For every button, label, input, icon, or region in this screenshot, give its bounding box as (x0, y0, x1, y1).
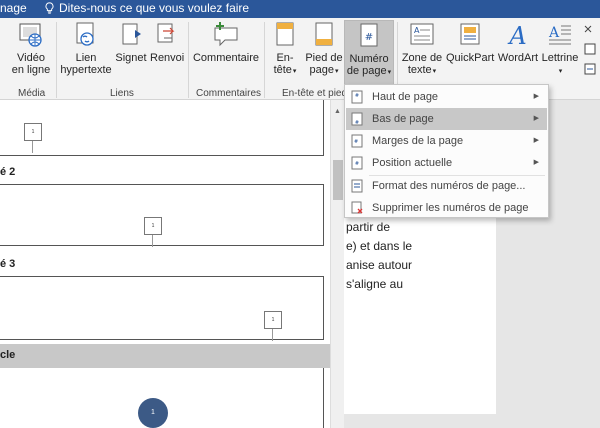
link-icon (72, 22, 100, 48)
menu-item-current-position[interactable]: # Position actuelle ▶ (346, 152, 547, 174)
group-label-media: Média (18, 88, 46, 99)
menu-item-bottom-of-page[interactable]: # Bas de page ▶ (346, 108, 547, 130)
cross-reference-icon (153, 22, 181, 48)
menu-item-format-page-numbers[interactable]: Format des numéros de page... (346, 175, 547, 197)
quickpart-button[interactable]: QuickPart (446, 22, 494, 64)
group-separator (188, 22, 189, 98)
page-margin-icon: # (351, 134, 363, 148)
page-number-circle: 1 (138, 398, 168, 428)
footer-icon (310, 22, 338, 48)
bookmark-button[interactable]: Signet (114, 22, 148, 64)
gallery-label: cle (0, 349, 16, 361)
group-label-liens: Liens (110, 88, 134, 99)
text-box-button[interactable]: A Zone de texte▾ (400, 22, 444, 78)
page-number-gallery: 1 é 2 1 é 3 1 cle 1 (0, 100, 330, 428)
current-position-icon: # (351, 156, 363, 170)
chevron-down-icon: ▾ (432, 68, 437, 75)
group-label-commentaires: Commentaires (196, 88, 262, 99)
submenu-arrow-icon: ▶ (533, 93, 539, 100)
page-number-mark: 1 (144, 217, 162, 235)
gallery-thumbnail[interactable]: 1 (0, 276, 324, 341)
text-box-icon: A (408, 22, 436, 48)
menu-item-top-of-page[interactable]: # Haut de page ▶ (346, 86, 547, 108)
wordart-button[interactable]: A WordArt (496, 22, 540, 64)
page-number-mark: 1 (264, 311, 282, 329)
gallery-label: é 2 (0, 166, 16, 178)
tab-fragment[interactable]: nage (0, 1, 27, 15)
menu-item-remove-page-numbers[interactable]: Supprimer les numéros de page (346, 197, 547, 219)
page-top-icon: # (351, 90, 363, 104)
tell-me-text: Dites-nous ce que vous voulez faire (59, 1, 250, 15)
gallery-scrollbar[interactable]: ▲ (330, 100, 344, 428)
submenu-arrow-icon: ▶ (533, 115, 539, 122)
document-line: e) et dans le (346, 239, 413, 253)
drop-cap-button[interactable]: A Lettrine ▾ (540, 22, 580, 78)
svg-text:#: # (355, 120, 359, 126)
chevron-down-icon: ▾ (334, 68, 339, 75)
page-number-mark: 1 (24, 123, 42, 141)
header-button[interactable]: En- tête▾ (268, 22, 302, 78)
document-line: partir de (346, 220, 391, 234)
hyperlink-button[interactable]: Lien hypertexte (60, 22, 112, 76)
chevron-down-icon: ▾ (387, 69, 392, 76)
document-line: anise autour (346, 258, 413, 272)
scrollbar-thumb[interactable] (333, 160, 343, 200)
menu-item-page-margins[interactable]: # Marges de la page ▶ (346, 130, 547, 152)
document-line: s'aligne au (346, 277, 403, 291)
tell-me-box[interactable]: Dites-nous ce que vous voulez faire (44, 1, 249, 15)
gallery-label: é 3 (0, 258, 16, 270)
format-page-number-icon (351, 179, 363, 193)
group-label-entete-pied: En-tête et pied (282, 88, 348, 99)
small-insert-icons[interactable] (583, 22, 600, 82)
svg-text:A: A (414, 26, 420, 35)
chevron-down-icon: ▾ (558, 68, 563, 75)
svg-text:#: # (355, 161, 359, 167)
drop-cap-icon: A (546, 22, 574, 48)
group-separator (264, 22, 265, 98)
gallery-thumbnail[interactable]: 1 (0, 100, 324, 156)
svg-text:A: A (507, 22, 526, 48)
page-number-menu: # Haut de page ▶ # Bas de page ▶ # Marge… (344, 84, 549, 218)
page-bottom-icon: # (351, 112, 363, 126)
svg-text:#: # (365, 32, 373, 43)
bookmark-icon (117, 22, 145, 48)
wordart-icon: A (504, 22, 532, 50)
svg-text:A: A (548, 25, 560, 41)
svg-text:#: # (355, 93, 359, 99)
submenu-arrow-icon: ▶ (533, 159, 539, 166)
header-icon (271, 22, 299, 48)
comment-button[interactable]: Commentaire (192, 22, 260, 64)
online-video-button[interactable]: Vidéo en ligne (10, 22, 52, 76)
remove-page-number-icon (351, 201, 363, 215)
gallery-thumbnail[interactable]: 1 (0, 184, 324, 247)
page-number-icon: # (355, 23, 383, 49)
lightbulb-icon (45, 2, 54, 14)
group-separator (56, 22, 57, 98)
gallery-section-header: cle (0, 344, 330, 368)
submenu-arrow-icon: ▶ (533, 137, 539, 144)
title-bar: nage Dites-nous ce que vous voulez faire (0, 0, 600, 18)
cross-reference-button[interactable]: Renvoi (150, 22, 184, 64)
signature-line-icon (584, 25, 596, 75)
new-comment-icon (212, 22, 240, 48)
quickpart-icon (456, 22, 484, 48)
svg-text:#: # (354, 139, 358, 145)
page-number-button[interactable]: # Numéro de page▾ (344, 20, 394, 86)
chevron-down-icon: ▾ (292, 68, 297, 75)
video-icon (17, 22, 45, 48)
scroll-up-icon[interactable]: ▲ (334, 108, 341, 115)
footer-button[interactable]: Pied de page▾ (304, 22, 344, 78)
